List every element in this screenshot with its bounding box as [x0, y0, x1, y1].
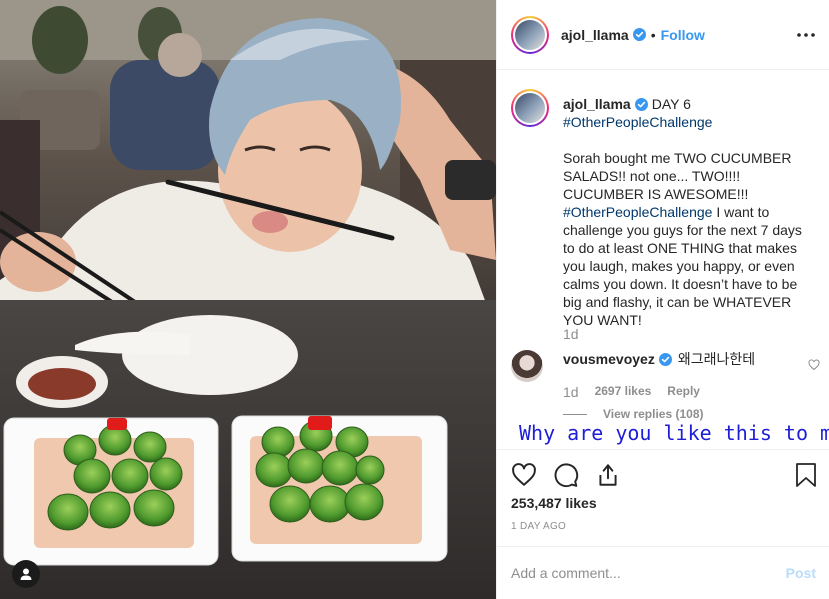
header-separator: • [650, 26, 656, 43]
commenter-avatar[interactable] [511, 350, 543, 382]
add-comment-bar: Post [497, 546, 829, 599]
comments-list[interactable]: ajol_llama DAY 6 #OtherPeopleChallenge So… [497, 71, 829, 449]
user-tag-button[interactable] [12, 560, 40, 588]
comment-likes[interactable]: 2697 likes [595, 384, 652, 400]
more-options-icon[interactable] [796, 25, 816, 45]
comment-meta: 1d 2697 likes Reply [563, 384, 700, 400]
post-side-panel: ajol_llama • Follow ajol_llama DAY 6 #Oth… [496, 0, 829, 599]
post-header: ajol_llama • Follow [497, 0, 829, 70]
caption-hashtag: #OtherPeopleChallenge [563, 113, 712, 131]
follow-button[interactable]: Follow [661, 27, 705, 43]
caption-text: Sorah bought me TWO CUCUMBER SALADS!! no… [563, 149, 817, 329]
hashtag-link[interactable]: #OtherPeopleChallenge [563, 114, 712, 130]
reply-button[interactable]: Reply [667, 384, 700, 400]
user-tag-icon [20, 568, 32, 580]
verified-badge-icon [634, 98, 648, 111]
post-actions: 253,487 likes 1 DAY AGO [497, 449, 829, 546]
post-comment-button[interactable]: Post [786, 565, 816, 581]
verified-badge-icon [632, 28, 646, 41]
comment-like-heart-icon[interactable] [808, 359, 820, 371]
share-icon[interactable] [595, 462, 621, 488]
comment: vousmevoyez 왜그래나한테 [563, 350, 755, 368]
view-replies-button[interactable]: View replies (108) [563, 407, 704, 421]
overlay-caption: Why are you like this to me [519, 421, 829, 445]
caption-timestamp[interactable]: 1d [563, 326, 579, 342]
post-date[interactable]: 1 DAY AGO [511, 521, 566, 532]
commenter-username[interactable]: vousmevoyez [563, 351, 655, 367]
post-image [0, 0, 496, 599]
caption-body-part2: I want to challenge you guys for the nex… [563, 204, 802, 328]
verified-badge-icon [658, 353, 672, 366]
likes-count[interactable]: 253,487 likes [511, 495, 597, 511]
caption-avatar[interactable] [511, 89, 549, 127]
comment-input[interactable] [511, 565, 786, 581]
view-replies-label: View replies (108) [603, 407, 704, 421]
comment-timestamp[interactable]: 1d [563, 384, 579, 400]
bookmark-icon[interactable] [794, 462, 818, 488]
comment-icon[interactable] [553, 462, 579, 488]
replies-divider [563, 413, 587, 415]
hashtag-link[interactable]: #OtherPeopleChallenge [563, 204, 712, 220]
comment-text: 왜그래나한테 [677, 351, 756, 367]
author-username[interactable]: ajol_llama [561, 27, 629, 43]
caption-header: ajol_llama DAY 6 [563, 95, 691, 113]
heart-icon[interactable] [511, 462, 537, 488]
caption-day: DAY 6 [651, 96, 691, 112]
post-photo[interactable] [0, 0, 496, 599]
caption-body-part1: Sorah bought me TWO CUCUMBER SALADS!! no… [563, 150, 792, 202]
author-avatar[interactable] [511, 15, 549, 54]
caption-username[interactable]: ajol_llama [563, 96, 631, 112]
